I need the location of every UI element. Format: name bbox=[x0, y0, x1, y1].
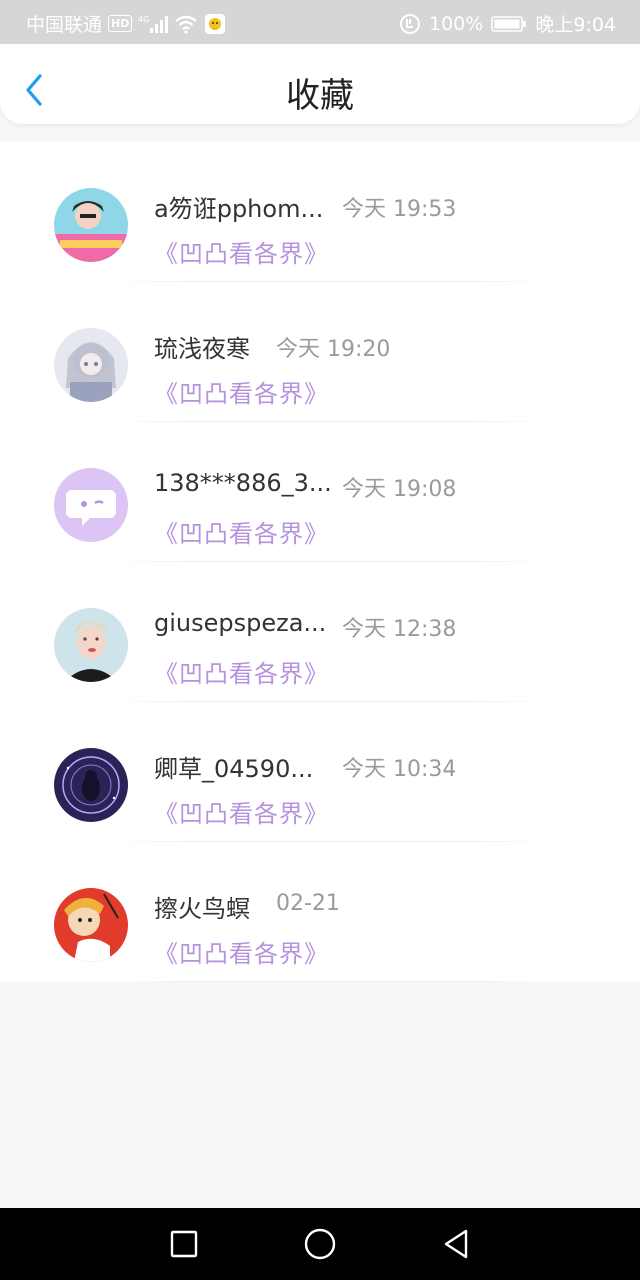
timestamp: 今天 19:53 bbox=[342, 197, 457, 222]
work-title-link[interactable]: 《凹凸看各界》 bbox=[154, 654, 329, 689]
user-name: 擦火鸟螟 bbox=[154, 895, 250, 923]
status-bar: 中国联通 HD 4G 100% 晚上9:04 bbox=[0, 0, 640, 44]
circle-icon bbox=[304, 1228, 336, 1260]
work-title-link[interactable]: 《凹凸看各界》 bbox=[154, 794, 329, 829]
data-saver-icon bbox=[399, 13, 421, 35]
page-title: 收藏 bbox=[286, 76, 354, 116]
avatar[interactable] bbox=[54, 188, 128, 262]
avatar[interactable] bbox=[54, 888, 128, 962]
list-item[interactable]: 琉浅夜寒 今天 19:20 《凹凸看各界》 bbox=[0, 282, 640, 422]
timestamp: 02-21 bbox=[276, 891, 340, 916]
list-item[interactable]: 138***886_3... 今天 19:08 《凹凸看各界》 bbox=[0, 422, 640, 562]
square-icon bbox=[170, 1230, 198, 1258]
clock: 晚上9:04 bbox=[535, 14, 616, 36]
user-name: 琉浅夜寒 bbox=[154, 335, 250, 363]
network-type-label: 4G bbox=[138, 15, 149, 24]
user-name: 卿草_04590... bbox=[154, 755, 314, 783]
list-item[interactable]: a笏诳pphom... 今天 19:53 《凹凸看各界》 bbox=[0, 142, 640, 282]
avatar[interactable] bbox=[54, 328, 128, 402]
recents-button[interactable] bbox=[166, 1226, 202, 1262]
favorites-list: a笏诳pphom... 今天 19:53 《凹凸看各界》 琉浅夜寒 今天 19:… bbox=[0, 142, 640, 982]
avatar[interactable] bbox=[54, 468, 128, 542]
timestamp: 今天 10:34 bbox=[342, 757, 457, 782]
avatar[interactable] bbox=[54, 748, 128, 822]
battery-icon bbox=[491, 15, 527, 33]
hd-badge: HD bbox=[108, 15, 133, 32]
work-title-link[interactable]: 《凹凸看各界》 bbox=[154, 514, 329, 549]
system-back-button[interactable] bbox=[438, 1226, 474, 1262]
user-name: 138***886_3... bbox=[154, 469, 332, 497]
list-item[interactable]: 卿草_04590... 今天 10:34 《凹凸看各界》 bbox=[0, 702, 640, 842]
default-chat-avatar-icon bbox=[54, 468, 128, 542]
carrier-label: 中国联通 bbox=[26, 14, 103, 36]
timestamp: 今天 19:08 bbox=[342, 477, 457, 502]
work-title-link[interactable]: 《凹凸看各界》 bbox=[154, 374, 329, 409]
list-item[interactable]: giusepspeza... 今天 12:38 《凹凸看各界》 bbox=[0, 562, 640, 702]
avatar[interactable] bbox=[54, 608, 128, 682]
triangle-back-icon bbox=[444, 1229, 468, 1259]
header: 收藏 bbox=[0, 44, 640, 124]
app-notification-icon bbox=[204, 13, 226, 35]
work-title-link[interactable]: 《凹凸看各界》 bbox=[154, 234, 329, 269]
home-button[interactable] bbox=[302, 1226, 338, 1262]
user-name: giusepspeza... bbox=[154, 609, 327, 637]
signal-icon: 4G bbox=[138, 14, 169, 34]
user-name: a笏诳pphom... bbox=[154, 195, 324, 223]
system-nav-bar bbox=[0, 1208, 640, 1280]
timestamp: 今天 19:20 bbox=[276, 337, 391, 362]
divider bbox=[110, 981, 550, 982]
work-title-link[interactable]: 《凹凸看各界》 bbox=[154, 934, 329, 969]
battery-percent: 100% bbox=[429, 12, 484, 35]
wifi-icon bbox=[174, 14, 198, 34]
list-item[interactable]: 擦火鸟螟 02-21 《凹凸看各界》 bbox=[0, 842, 640, 982]
timestamp: 今天 12:38 bbox=[342, 617, 457, 642]
